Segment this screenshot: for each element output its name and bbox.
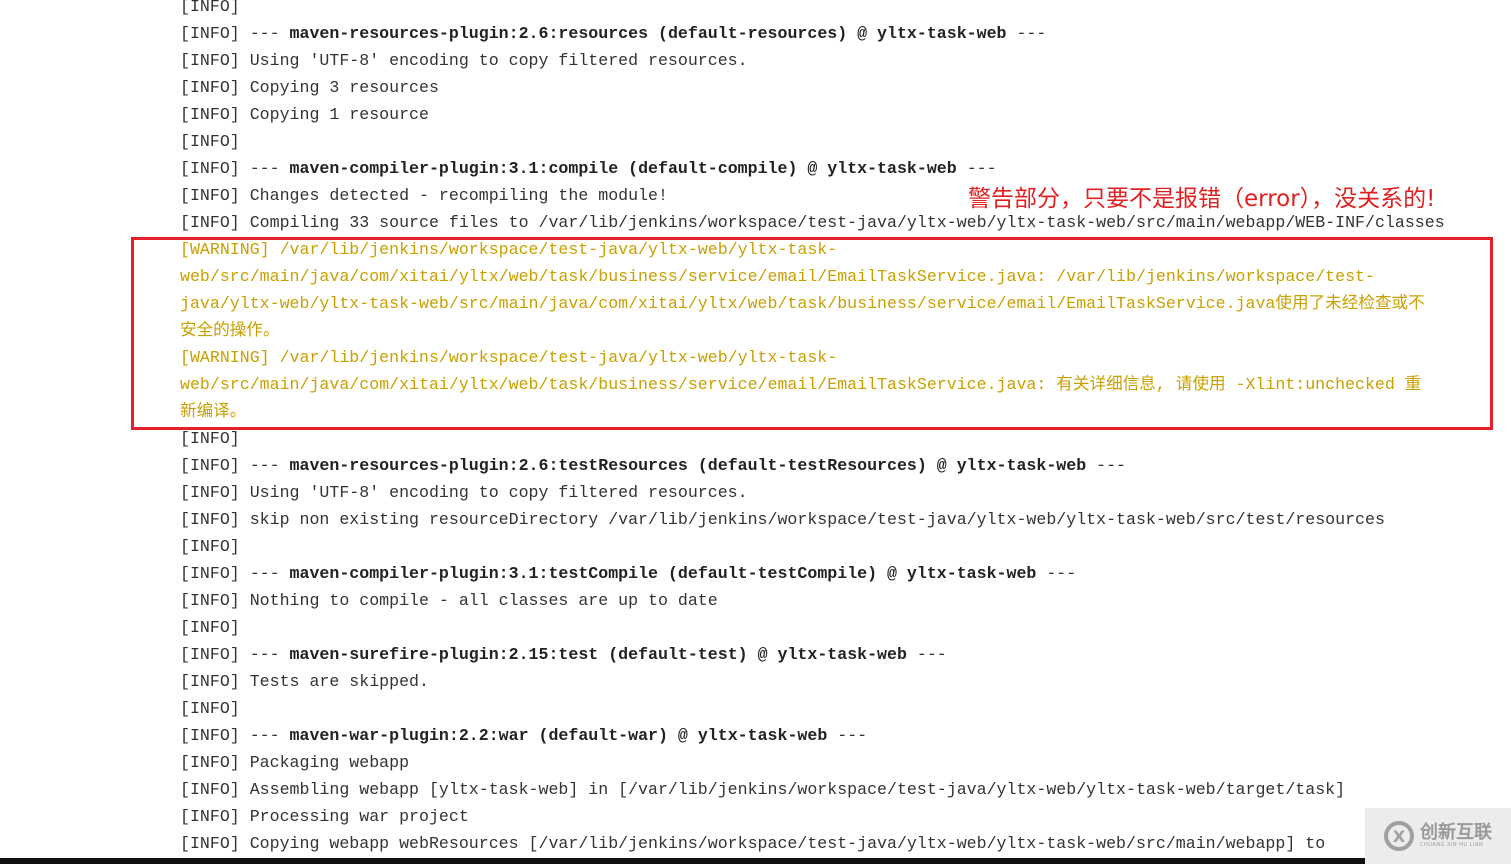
log-line-prefix: [INFO] --- — [180, 456, 290, 475]
log-line: [INFO] Copying webapp webResources [/var… — [180, 830, 1445, 857]
log-line-prefix: [INFO] Packaging webapp — [180, 753, 410, 772]
log-line-prefix: [INFO] --- — [180, 645, 290, 664]
log-line: [INFO] skip non existing resourceDirecto… — [180, 506, 1445, 533]
log-line-prefix: [INFO] — [180, 618, 240, 637]
log-line: [INFO] Processing war project — [180, 803, 1445, 830]
log-line: [INFO] — [180, 0, 1445, 20]
watermark-pinyin: CHUANG XIN HU LIAN — [1420, 842, 1484, 848]
watermark-name: 创新互联 — [1420, 822, 1492, 843]
log-line: [INFO] Copying 3 resources — [180, 74, 1445, 101]
log-line: [INFO] — [180, 695, 1445, 722]
log-line-prefix: [INFO] — [180, 132, 240, 151]
log-line: [INFO] --- maven-war-plugin:2.2:war (def… — [180, 722, 1445, 749]
cx-logo-icon: X — [1384, 821, 1414, 851]
log-line-prefix: [INFO] Using 'UTF-8' encoding to copy fi… — [180, 483, 748, 502]
log-line-bold: maven-resources-plugin:2.6:resources (de… — [289, 24, 1007, 43]
log-line-prefix: [INFO] --- — [180, 726, 290, 745]
log-line-prefix: [INFO] Using 'UTF-8' encoding to copy fi… — [180, 51, 748, 70]
log-line: [INFO] --- maven-resources-plugin:2.6:te… — [180, 452, 1445, 479]
log-line-bold: maven-compiler-plugin:3.1:testCompile (d… — [289, 564, 1037, 583]
log-line-prefix: [INFO] Nothing to compile - all classes … — [180, 591, 718, 610]
log-line-prefix: [INFO] — [180, 537, 240, 556]
log-line-prefix: [INFO] Copying 3 resources — [180, 78, 439, 97]
log-line: [INFO] --- maven-compiler-plugin:3.1:com… — [180, 155, 1445, 182]
log-line: [INFO] --- maven-surefire-plugin:2.15:te… — [180, 641, 1445, 668]
log-line: [INFO] --- maven-resources-plugin:2.6:re… — [180, 20, 1445, 47]
log-line-prefix: [INFO] Copying webapp webResources [/var… — [180, 834, 1326, 853]
log-line-prefix: [INFO] — [180, 0, 240, 16]
log-line-prefix: [INFO] — [180, 699, 240, 718]
log-line: [INFO] Compiling 33 source files to /var… — [180, 209, 1445, 236]
log-line-bold: maven-war-plugin:2.2:war (default-war) @… — [289, 726, 828, 745]
warning-highlight-box — [131, 237, 1493, 430]
log-line-prefix: [INFO] Compiling 33 source files to /var… — [180, 213, 1445, 232]
bottom-bar — [0, 858, 1365, 864]
log-line: [INFO] Tests are skipped. — [180, 668, 1445, 695]
log-line-prefix: [INFO] --- — [180, 159, 290, 178]
log-line-prefix: [INFO] Copying 1 resource — [180, 105, 429, 124]
log-line-bold: maven-surefire-plugin:2.15:test (default… — [289, 645, 907, 664]
log-line-prefix: [INFO] Tests are skipped. — [180, 672, 429, 691]
log-line-prefix: [INFO] — [180, 429, 240, 448]
log-line-suffix: --- — [827, 726, 868, 745]
log-line-bold: maven-resources-plugin:2.6:testResources… — [289, 456, 1087, 475]
log-line: [INFO] Using 'UTF-8' encoding to copy fi… — [180, 47, 1445, 74]
log-line: [INFO] — [180, 614, 1445, 641]
annotation-note: 警告部分，只要不是报错（error），没关系的! — [968, 186, 1436, 212]
log-line-prefix: [INFO] Processing war project — [180, 807, 469, 826]
log-line-prefix: [INFO] Changes detected - recompiling th… — [180, 186, 668, 205]
watermark: X 创新互联 CHUANG XIN HU LIAN — [1365, 808, 1511, 864]
log-line: [INFO] Copying 1 resource — [180, 101, 1445, 128]
log-line: [INFO] Using 'UTF-8' encoding to copy fi… — [180, 479, 1445, 506]
log-line: [INFO] Nothing to compile - all classes … — [180, 587, 1445, 614]
log-line-bold: maven-compiler-plugin:3.1:compile (defau… — [289, 159, 957, 178]
log-line: [INFO] Packaging webapp — [180, 749, 1445, 776]
log-line: [INFO] --- maven-compiler-plugin:3.1:tes… — [180, 560, 1445, 587]
log-line-suffix: --- — [956, 159, 997, 178]
log-line: [INFO] — [180, 533, 1445, 560]
log-line-suffix: --- — [906, 645, 947, 664]
log-line-suffix: --- — [1006, 24, 1047, 43]
log-line: [INFO] Assembling webapp [yltx-task-web]… — [180, 776, 1445, 803]
log-line-prefix: [INFO] --- — [180, 564, 290, 583]
log-line-prefix: [INFO] skip non existing resourceDirecto… — [180, 510, 1385, 529]
log-line-prefix: [INFO] --- — [180, 24, 290, 43]
log-line-suffix: --- — [1086, 456, 1127, 475]
log-line: [INFO] — [180, 128, 1445, 155]
log-line-suffix: --- — [1036, 564, 1077, 583]
log-line-prefix: [INFO] Assembling webapp [yltx-task-web]… — [180, 780, 1346, 799]
